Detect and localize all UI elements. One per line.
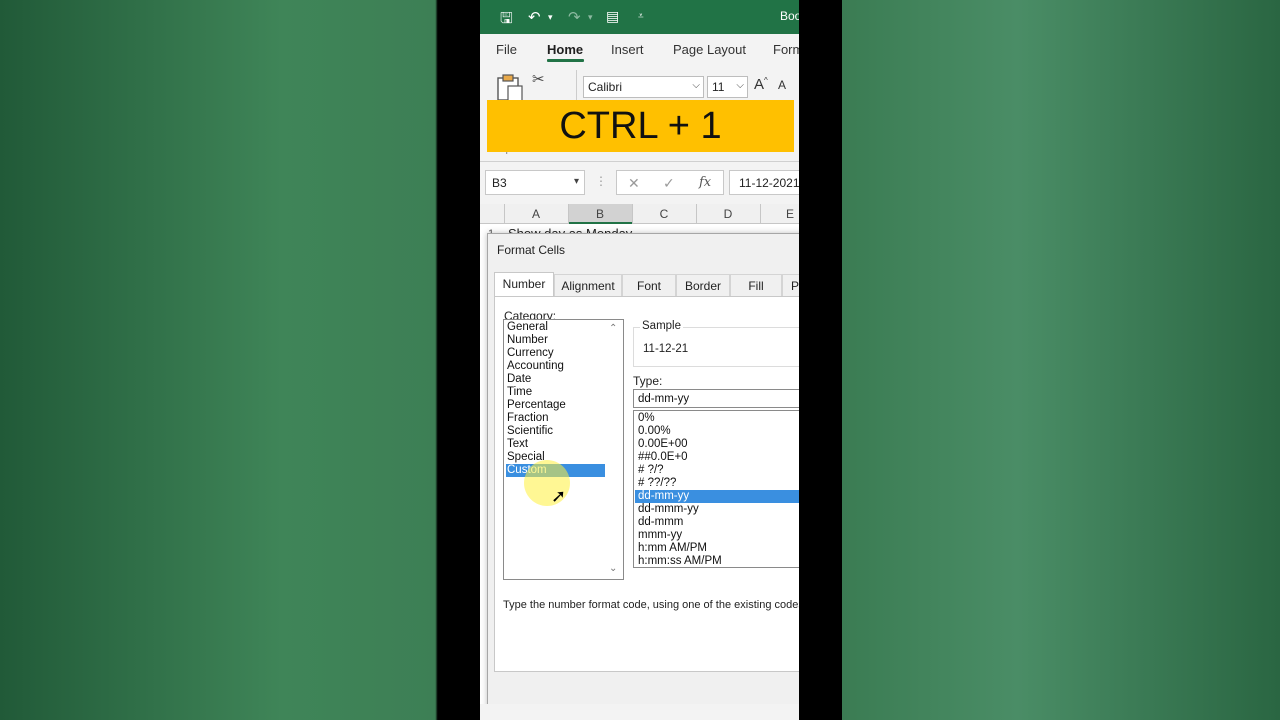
type-item[interactable]: dd-mmm xyxy=(638,516,683,528)
status-bar xyxy=(480,704,799,720)
insert-function-icon[interactable]: fx xyxy=(699,175,711,190)
shortcut-text: CTRL + 1 xyxy=(559,105,722,147)
tab-border[interactable]: Border xyxy=(676,274,730,296)
undo-icon[interactable]: ↶ xyxy=(528,8,541,26)
name-box-value: B3 xyxy=(492,176,507,190)
column-header-b[interactable]: B xyxy=(568,207,632,221)
tab-page-layout[interactable]: Page Layout xyxy=(673,42,746,57)
tab-protection[interactable]: Pr xyxy=(782,274,799,296)
tab-number[interactable]: Number xyxy=(494,272,554,296)
category-item-currency[interactable]: Currency xyxy=(507,347,554,359)
redo-dropdown-icon[interactable]: ▾ xyxy=(588,12,593,23)
shortcut-banner: CTRL + 1 xyxy=(487,100,794,152)
category-item-fraction[interactable]: Fraction xyxy=(507,412,549,424)
type-item[interactable]: # ?/? xyxy=(638,464,664,476)
category-item-scientific[interactable]: Scientific xyxy=(507,425,553,437)
font-name-select[interactable]: Calibri ⌵ xyxy=(583,76,704,98)
undo-dropdown-icon[interactable]: ▾ xyxy=(548,12,553,23)
chevron-down-icon: ⌵ xyxy=(736,80,744,91)
cut-icon[interactable]: ✂ xyxy=(532,70,545,88)
format-cells-dialog: Format Cells Number Alignment Font Borde… xyxy=(487,233,799,715)
name-box[interactable]: B3 ▾ xyxy=(485,170,585,195)
font-size-value: 11 xyxy=(712,80,725,94)
column-header-a[interactable]: A xyxy=(504,207,568,221)
formula-bar-grip-icon: ⋮ xyxy=(595,174,607,188)
mouse-pointer-icon: ➚ xyxy=(551,486,567,506)
letterbox-left xyxy=(438,0,480,720)
tab-insert[interactable]: Insert xyxy=(611,42,644,57)
number-tab-panel: Category: General Number Currency Accoun… xyxy=(494,296,799,672)
save-icon[interactable]: 🖫 xyxy=(500,8,513,33)
column-headers: A B C D E xyxy=(480,204,799,224)
column-header-d[interactable]: D xyxy=(696,207,760,221)
type-item[interactable]: mmm-yy xyxy=(638,529,682,541)
type-label: Type: xyxy=(633,374,663,388)
scroll-down-icon[interactable]: ⌄ xyxy=(609,563,617,574)
font-name-value: Calibri xyxy=(588,80,623,94)
type-list[interactable]: 0% 0.00% 0.00E+00 ##0.0E+0 # ?/? # ??/??… xyxy=(633,410,799,568)
tab-home[interactable]: Home xyxy=(547,42,583,57)
formula-input[interactable]: 11-12-2021 xyxy=(729,170,799,195)
decrease-font-size-icon[interactable]: A xyxy=(778,78,786,92)
category-item-number[interactable]: Number xyxy=(507,334,548,346)
type-item[interactable]: h:mm:ss AM/PM xyxy=(638,555,722,567)
active-tab-indicator xyxy=(547,59,584,62)
customize-toolbar-icon[interactable]: ⩡ xyxy=(638,11,644,22)
tab-alignment[interactable]: Alignment xyxy=(554,274,622,296)
category-item-time[interactable]: Time xyxy=(507,386,532,398)
dialog-title: Format Cells xyxy=(497,243,566,257)
category-item-percentage[interactable]: Percentage xyxy=(507,399,566,411)
redo-icon[interactable]: ↷ xyxy=(568,8,581,26)
category-item-accounting[interactable]: Accounting xyxy=(507,360,564,372)
category-item-date[interactable]: Date xyxy=(507,373,531,385)
tab-font[interactable]: Font xyxy=(622,274,676,296)
column-header-e[interactable]: E xyxy=(760,207,799,221)
cancel-icon[interactable]: ✕ xyxy=(628,175,640,192)
paste-icon[interactable] xyxy=(496,72,524,102)
chevron-down-icon: ⌵ xyxy=(692,80,700,91)
type-item[interactable]: ##0.0E+0 xyxy=(638,451,688,463)
type-item[interactable]: # ??/?? xyxy=(638,477,676,489)
enter-icon[interactable]: ✓ xyxy=(663,175,675,192)
type-item[interactable]: 0.00% xyxy=(638,425,671,437)
category-list[interactable]: General Number Currency Accounting Date … xyxy=(503,319,624,580)
background-right xyxy=(842,0,1280,720)
sample-value: 11-12-21 xyxy=(643,343,689,355)
sample-label: Sample xyxy=(640,320,683,332)
type-item[interactable]: dd-mmm-yy xyxy=(638,503,699,515)
title-bar: 🖫 ↶ ▾ ↷ ▾ ▤ ⩡ Boo xyxy=(480,0,799,34)
type-item[interactable]: 0% xyxy=(638,412,655,424)
format-description: Type the number format code, using one o… xyxy=(503,599,799,611)
excel-window: 🖫 ↶ ▾ ↷ ▾ ▤ ⩡ Boo File Home Insert Page … xyxy=(480,0,799,720)
font-size-select[interactable]: 11 ⌵ xyxy=(707,76,748,98)
chevron-down-icon: ▾ xyxy=(573,176,579,187)
type-input[interactable]: dd-mm-yy xyxy=(633,389,799,408)
window-title: Boo xyxy=(780,9,799,23)
type-item[interactable]: h:mm AM/PM xyxy=(638,542,707,554)
tab-formulas[interactable]: Form xyxy=(773,42,799,57)
letterbox-right xyxy=(799,0,842,720)
ribbon-tabs: File Home Insert Page Layout Form xyxy=(480,34,799,64)
increase-font-size-icon[interactable]: A^ xyxy=(754,76,768,93)
type-item[interactable]: 0.00E+00 xyxy=(638,438,688,450)
type-item-selected[interactable]: dd-mm-yy xyxy=(638,490,689,502)
tab-fill[interactable]: Fill xyxy=(730,274,782,296)
scroll-up-icon[interactable]: ⌃ xyxy=(609,323,617,334)
formula-bar: B3 ▾ ⋮ ✕ ✓ fx 11-12-2021 xyxy=(480,162,799,204)
category-item-general[interactable]: General xyxy=(507,321,548,333)
sample-group: Sample 11-12-21 xyxy=(633,320,799,367)
formula-buttons: ✕ ✓ fx xyxy=(616,170,724,195)
column-header-c[interactable]: C xyxy=(632,207,696,221)
tab-file[interactable]: File xyxy=(496,42,517,57)
dialog-tabs: Number Alignment Font Border Fill Pr xyxy=(494,272,799,296)
category-item-text[interactable]: Text xyxy=(507,438,528,450)
category-scrollbar[interactable]: ⌃ ⌄ xyxy=(606,320,623,579)
form-icon[interactable]: ▤ xyxy=(606,8,619,25)
